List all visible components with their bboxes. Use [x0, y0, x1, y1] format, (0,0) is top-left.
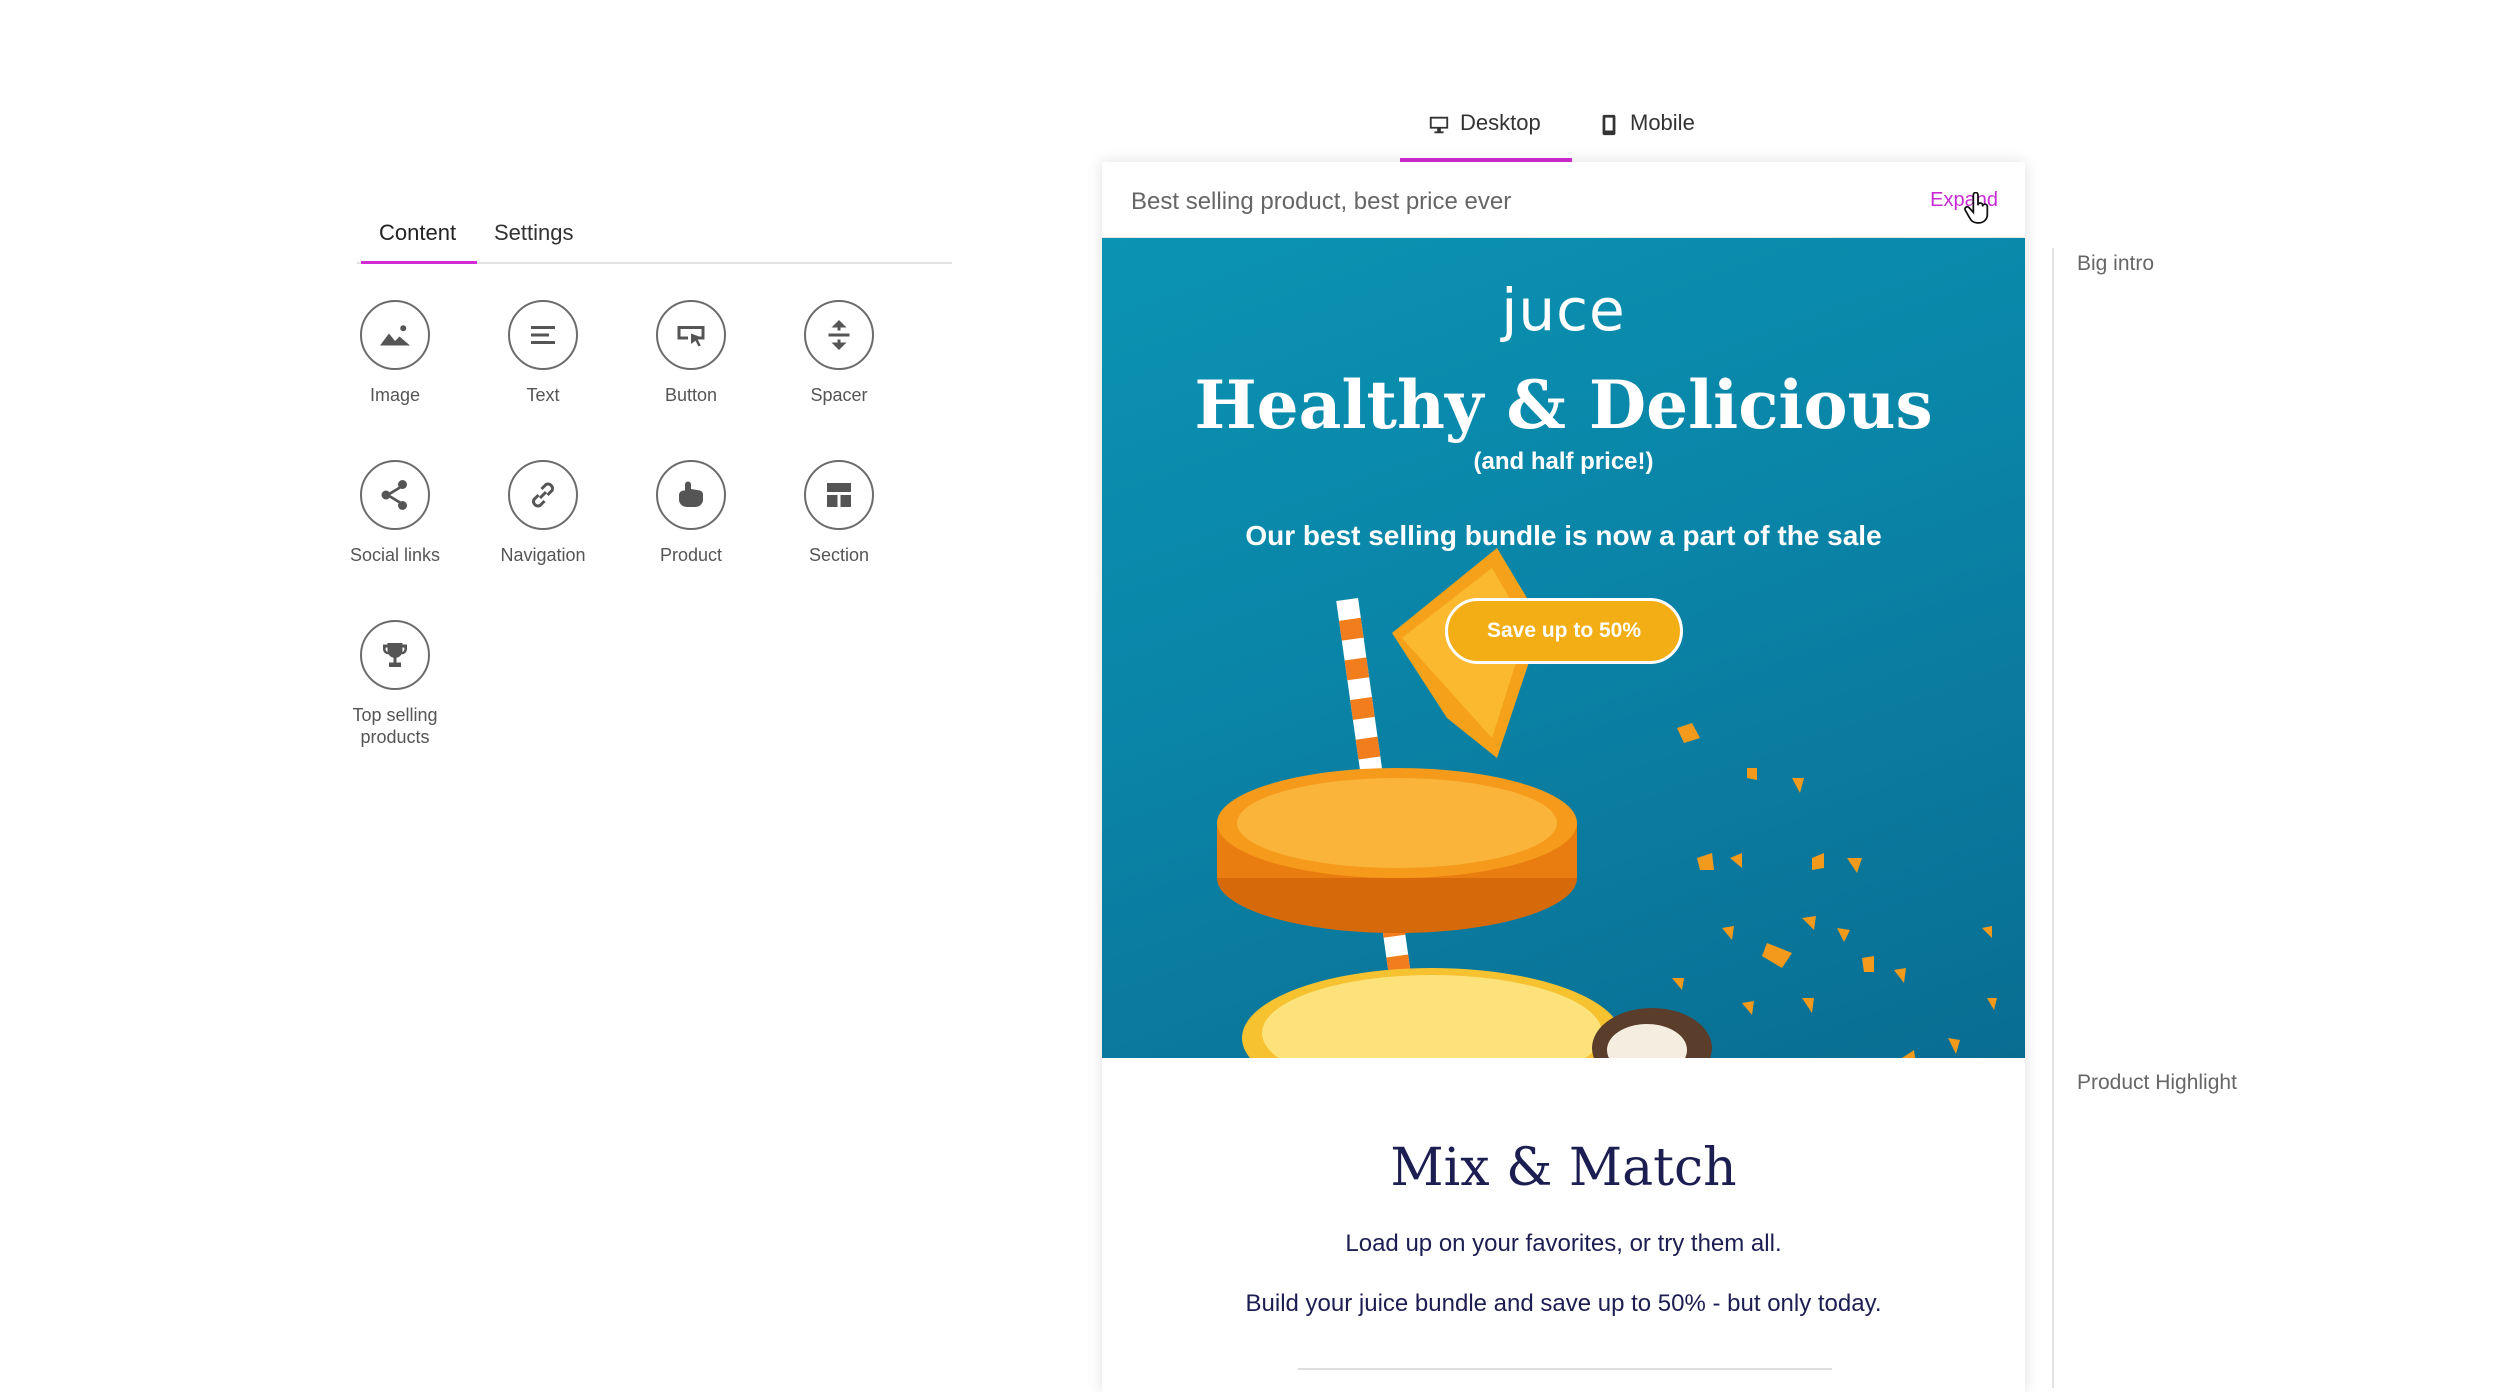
block-label: Top selling products	[352, 705, 438, 747]
section-body-line: Load up on your favorites, or try them a…	[1345, 1230, 1782, 1257]
block-spacer[interactable]: Spacer	[764, 300, 914, 406]
block-top-selling-products[interactable]: Top selling products	[320, 620, 470, 748]
share-icon	[360, 460, 430, 530]
image-icon	[360, 300, 430, 370]
tab-content[interactable]: Content	[379, 220, 456, 264]
block-label: Navigation	[500, 545, 586, 565]
product-highlight-section[interactable]: Mix & Match Load up on your favorites, o…	[1102, 1058, 2025, 1392]
block-label: Product	[659, 545, 723, 565]
email-subject: Best selling product, best price ever	[1131, 188, 1512, 215]
email-preview: Best selling product, best price ever Ex…	[1102, 162, 2025, 1392]
block-label: Social links	[349, 545, 441, 565]
spacer-icon	[804, 300, 874, 370]
tab-settings[interactable]: Settings	[494, 220, 574, 264]
hero-section[interactable]: juce Healthy & Delicious (and half price…	[1102, 238, 2025, 1058]
save-up-to-50-button[interactable]: Save up to 50%	[1445, 598, 1683, 664]
block-text[interactable]: Text	[468, 300, 618, 406]
outline-track	[2052, 248, 2054, 1388]
block-product[interactable]: Product	[616, 460, 766, 566]
brand-logo: juce	[1501, 276, 1626, 344]
subject-bar: Best selling product, best price ever Ex…	[1102, 162, 2025, 238]
hero-subtitle: (and half price!)	[1473, 448, 1654, 475]
section-title: Mix & Match	[1390, 1138, 1737, 1198]
block-image[interactable]: Image	[320, 300, 470, 406]
block-navigation[interactable]: Navigation	[468, 460, 618, 566]
text-icon	[508, 300, 578, 370]
tab-desktop[interactable]: Desktop	[1428, 110, 1541, 162]
desktop-icon	[1429, 116, 1449, 134]
tab-desktop-label: Desktop	[1460, 110, 1541, 135]
outline-item-product-highlight[interactable]: Product Highlight	[2077, 1071, 2237, 1095]
block-label: Spacer	[810, 385, 868, 405]
content-panel: Content Settings Image Text Button Space…	[350, 210, 952, 747]
block-label: Button	[664, 385, 718, 405]
block-button[interactable]: Button	[616, 300, 766, 406]
product-icon	[656, 460, 726, 530]
block-label: Text	[526, 385, 560, 405]
device-toggle: Desktop Mobile	[1400, 110, 1710, 162]
link-icon	[508, 460, 578, 530]
block-section[interactable]: Section	[764, 460, 914, 566]
block-label: Section	[808, 545, 870, 565]
mobile-icon	[1602, 114, 1616, 136]
active-tab-indicator	[361, 261, 477, 264]
panel-tabs: Content Settings	[357, 210, 952, 264]
tab-mobile[interactable]: Mobile	[1598, 110, 1695, 162]
outline-item-big-intro[interactable]: Big intro	[2077, 252, 2154, 276]
hero-title: Healthy & Delicious	[1194, 366, 1933, 444]
section-divider	[1298, 1368, 1832, 1370]
button-icon	[656, 300, 726, 370]
block-label: Image	[369, 385, 421, 405]
tab-mobile-label: Mobile	[1630, 110, 1695, 135]
hand-cursor-icon	[1964, 192, 1989, 224]
hero-tagline: Our best selling bundle is now a part of…	[1245, 520, 1882, 551]
section-icon	[804, 460, 874, 530]
trophy-icon	[360, 620, 430, 690]
block-social-links[interactable]: Social links	[320, 460, 470, 566]
section-body-line: Build your juice bundle and save up to 5…	[1245, 1290, 1882, 1317]
